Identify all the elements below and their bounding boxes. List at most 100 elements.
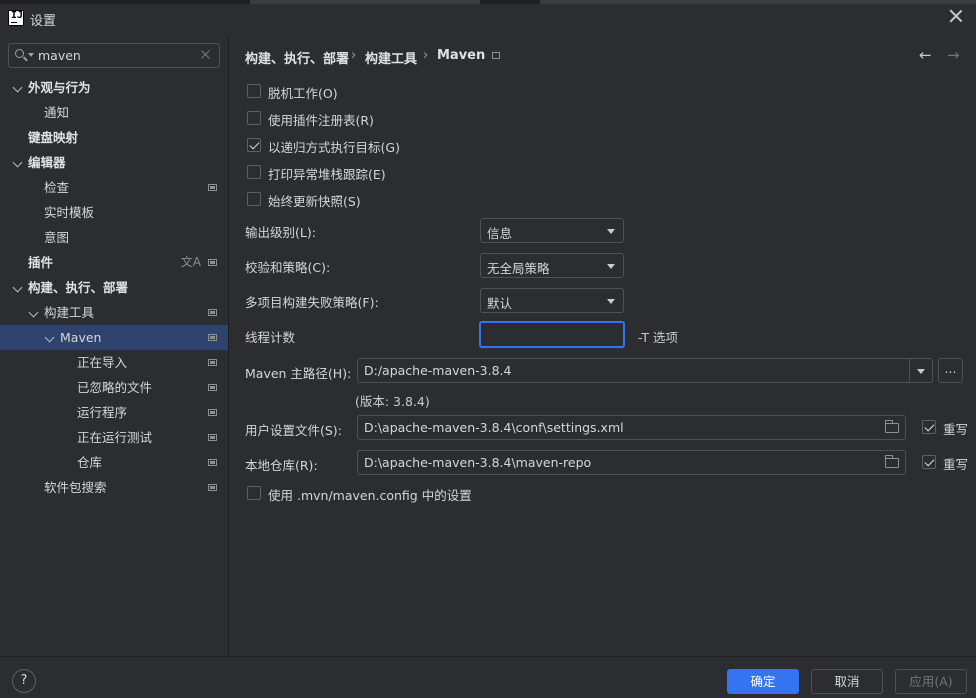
tree-item-label: 插件 xyxy=(28,255,54,270)
project-scope-icon xyxy=(208,259,217,266)
browse-maven-home-button[interactable]: ... xyxy=(938,358,963,383)
ok-button[interactable]: 确定 xyxy=(727,669,799,694)
project-scope-icon xyxy=(208,384,217,391)
tree-item-label: 构建、执行、部署 xyxy=(28,280,129,295)
clear-search-icon[interactable] xyxy=(200,49,211,60)
maven-settings-panel: 构建、执行、部署 › 构建工具 › Maven ← → 脱机工作(O) 使用插件… xyxy=(229,36,976,656)
tree-item-label: 正在运行测试 xyxy=(77,430,153,445)
window-title: 设置 xyxy=(30,14,57,29)
tree-item[interactable]: 已忽略的文件 xyxy=(0,375,228,400)
tree-item[interactable]: Maven xyxy=(0,325,228,350)
title-bar: IJ 设置 xyxy=(0,0,976,36)
help-icon[interactable]: ? xyxy=(12,669,36,693)
dialog-footer: ? 确定 取消 应用(A) xyxy=(0,656,976,698)
maven-home-label: Maven 主路径(H): xyxy=(245,366,352,381)
settings-tree: 外观与行为 通知键盘映射编辑器 检查实时模板意图插件 文A 构建、执行、部署构建工具 Ma… xyxy=(0,75,228,500)
tree-item-label: 键盘映射 xyxy=(28,130,79,145)
breadcrumb-build-execution-deployment[interactable]: 构建、执行、部署 xyxy=(245,48,349,67)
project-scope-icon xyxy=(208,309,217,316)
project-scope-icon xyxy=(492,52,500,59)
breadcrumb-maven: Maven xyxy=(437,48,486,63)
tree-item-label: 已忽略的文件 xyxy=(77,380,153,395)
background-window-strip xyxy=(0,0,976,4)
close-icon[interactable] xyxy=(948,8,964,24)
project-scope-icon xyxy=(208,359,217,366)
project-scope-icon xyxy=(208,459,217,466)
user-settings-field[interactable]: D:\apache-maven-3.8.4\conf\settings.xml xyxy=(357,415,906,440)
multiproject-fail-select[interactable]: 默认 xyxy=(480,288,624,313)
tree-item-label: 实时模板 xyxy=(44,205,95,220)
folder-icon[interactable] xyxy=(885,455,899,468)
print-stacktrace-label: 打印异常堆栈跟踪(E) xyxy=(268,167,386,182)
tree-item[interactable]: 检查 xyxy=(0,175,228,200)
cancel-button[interactable]: 取消 xyxy=(811,669,883,694)
output-level-select[interactable]: 信息 xyxy=(480,218,624,243)
back-arrow-icon[interactable]: ← xyxy=(919,46,932,64)
chevron-down-icon[interactable] xyxy=(28,307,39,318)
tree-item[interactable]: 通知 xyxy=(0,100,228,125)
folder-icon[interactable] xyxy=(885,420,899,433)
checksum-policy-select[interactable]: 无全局策略 xyxy=(480,253,624,278)
recursive-goals-label: 以递归方式执行目标(G) xyxy=(268,140,400,155)
tree-item[interactable]: 运行程序 xyxy=(0,400,228,425)
maven-home-select[interactable]: D:/apache-maven-3.8.4 xyxy=(357,358,933,383)
search-history-dropdown-icon[interactable] xyxy=(28,53,34,57)
intellij-app-icon: IJ xyxy=(8,10,24,26)
tree-item-label: 正在导入 xyxy=(77,355,128,370)
tree-item[interactable]: 软件包搜索 xyxy=(0,475,228,500)
local-repo-label: 本地仓库(R): xyxy=(245,458,318,473)
tree-item-label: 仓库 xyxy=(77,455,103,470)
tree-item[interactable]: 意图 xyxy=(0,225,228,250)
tree-item[interactable]: 仓库 xyxy=(0,450,228,475)
search-input[interactable] xyxy=(38,47,198,64)
project-scope-icon xyxy=(208,434,217,441)
plugin-registry-checkbox[interactable] xyxy=(247,111,261,125)
tree-item[interactable]: 插件 文A xyxy=(0,250,228,275)
update-snapshots-checkbox[interactable] xyxy=(247,192,261,206)
chevron-down-icon xyxy=(607,229,615,234)
user-settings-override-label: 重写 xyxy=(943,422,969,437)
thread-count-input[interactable] xyxy=(479,321,625,348)
tree-item-label: Maven xyxy=(60,330,102,345)
chevron-down-icon[interactable] xyxy=(44,332,55,343)
tree-item[interactable]: 构建、执行、部署 xyxy=(0,275,228,300)
forward-arrow-icon[interactable]: → xyxy=(947,46,960,64)
tree-item[interactable]: 编辑器 xyxy=(0,150,228,175)
tree-item[interactable]: 正在导入 xyxy=(0,350,228,375)
user-settings-label: 用户设置文件(S): xyxy=(245,423,342,438)
mvn-config-checkbox[interactable] xyxy=(247,486,261,500)
tree-item[interactable]: 实时模板 xyxy=(0,200,228,225)
tree-item[interactable]: 键盘映射 xyxy=(0,125,228,150)
chevron-down-icon[interactable] xyxy=(12,157,23,168)
settings-search[interactable] xyxy=(8,43,220,68)
tree-item[interactable]: 构建工具 xyxy=(0,300,228,325)
chevron-down-icon xyxy=(607,299,615,304)
chevron-down-icon[interactable] xyxy=(917,369,925,374)
settings-sidebar: 外观与行为通知键盘映射编辑器检查实时模板意图插件 文A 构建、执行、部署构建工具 Ma… xyxy=(0,36,228,656)
project-scope-icon xyxy=(208,409,217,416)
project-scope-icon xyxy=(208,484,217,491)
breadcrumb-build-tools[interactable]: 构建工具 xyxy=(365,48,417,67)
breadcrumb-separator: › xyxy=(423,48,429,63)
offline-checkbox[interactable] xyxy=(247,84,261,98)
user-settings-override-checkbox[interactable] xyxy=(922,420,936,434)
tree-item[interactable]: 正在运行测试 xyxy=(0,425,228,450)
translate-icon: 文A xyxy=(180,255,201,269)
maven-version-label: (版本: 3.8.4) xyxy=(355,394,430,409)
print-stacktrace-checkbox[interactable] xyxy=(247,165,261,179)
chevron-down-icon[interactable] xyxy=(12,82,23,93)
tree-item-label: 意图 xyxy=(44,230,70,245)
thread-count-label: 线程计数 xyxy=(245,330,296,345)
breadcrumb-separator: › xyxy=(351,48,357,63)
mvn-config-label: 使用 .mvn/maven.config 中的设置 xyxy=(268,488,472,503)
output-level-label: 输出级别(L): xyxy=(245,225,316,240)
local-repo-override-checkbox[interactable] xyxy=(922,455,936,469)
multiproject-fail-label: 多项目构建失败策略(F): xyxy=(245,295,379,310)
apply-button[interactable]: 应用(A) xyxy=(895,669,967,694)
tree-item[interactable]: 外观与行为 xyxy=(0,75,228,100)
thread-count-hint: -T 选项 xyxy=(638,330,678,345)
local-repo-field[interactable]: D:\apache-maven-3.8.4\maven-repo xyxy=(357,450,906,475)
project-scope-icon xyxy=(208,334,217,341)
recursive-goals-checkbox[interactable] xyxy=(247,138,261,152)
chevron-down-icon[interactable] xyxy=(12,282,23,293)
